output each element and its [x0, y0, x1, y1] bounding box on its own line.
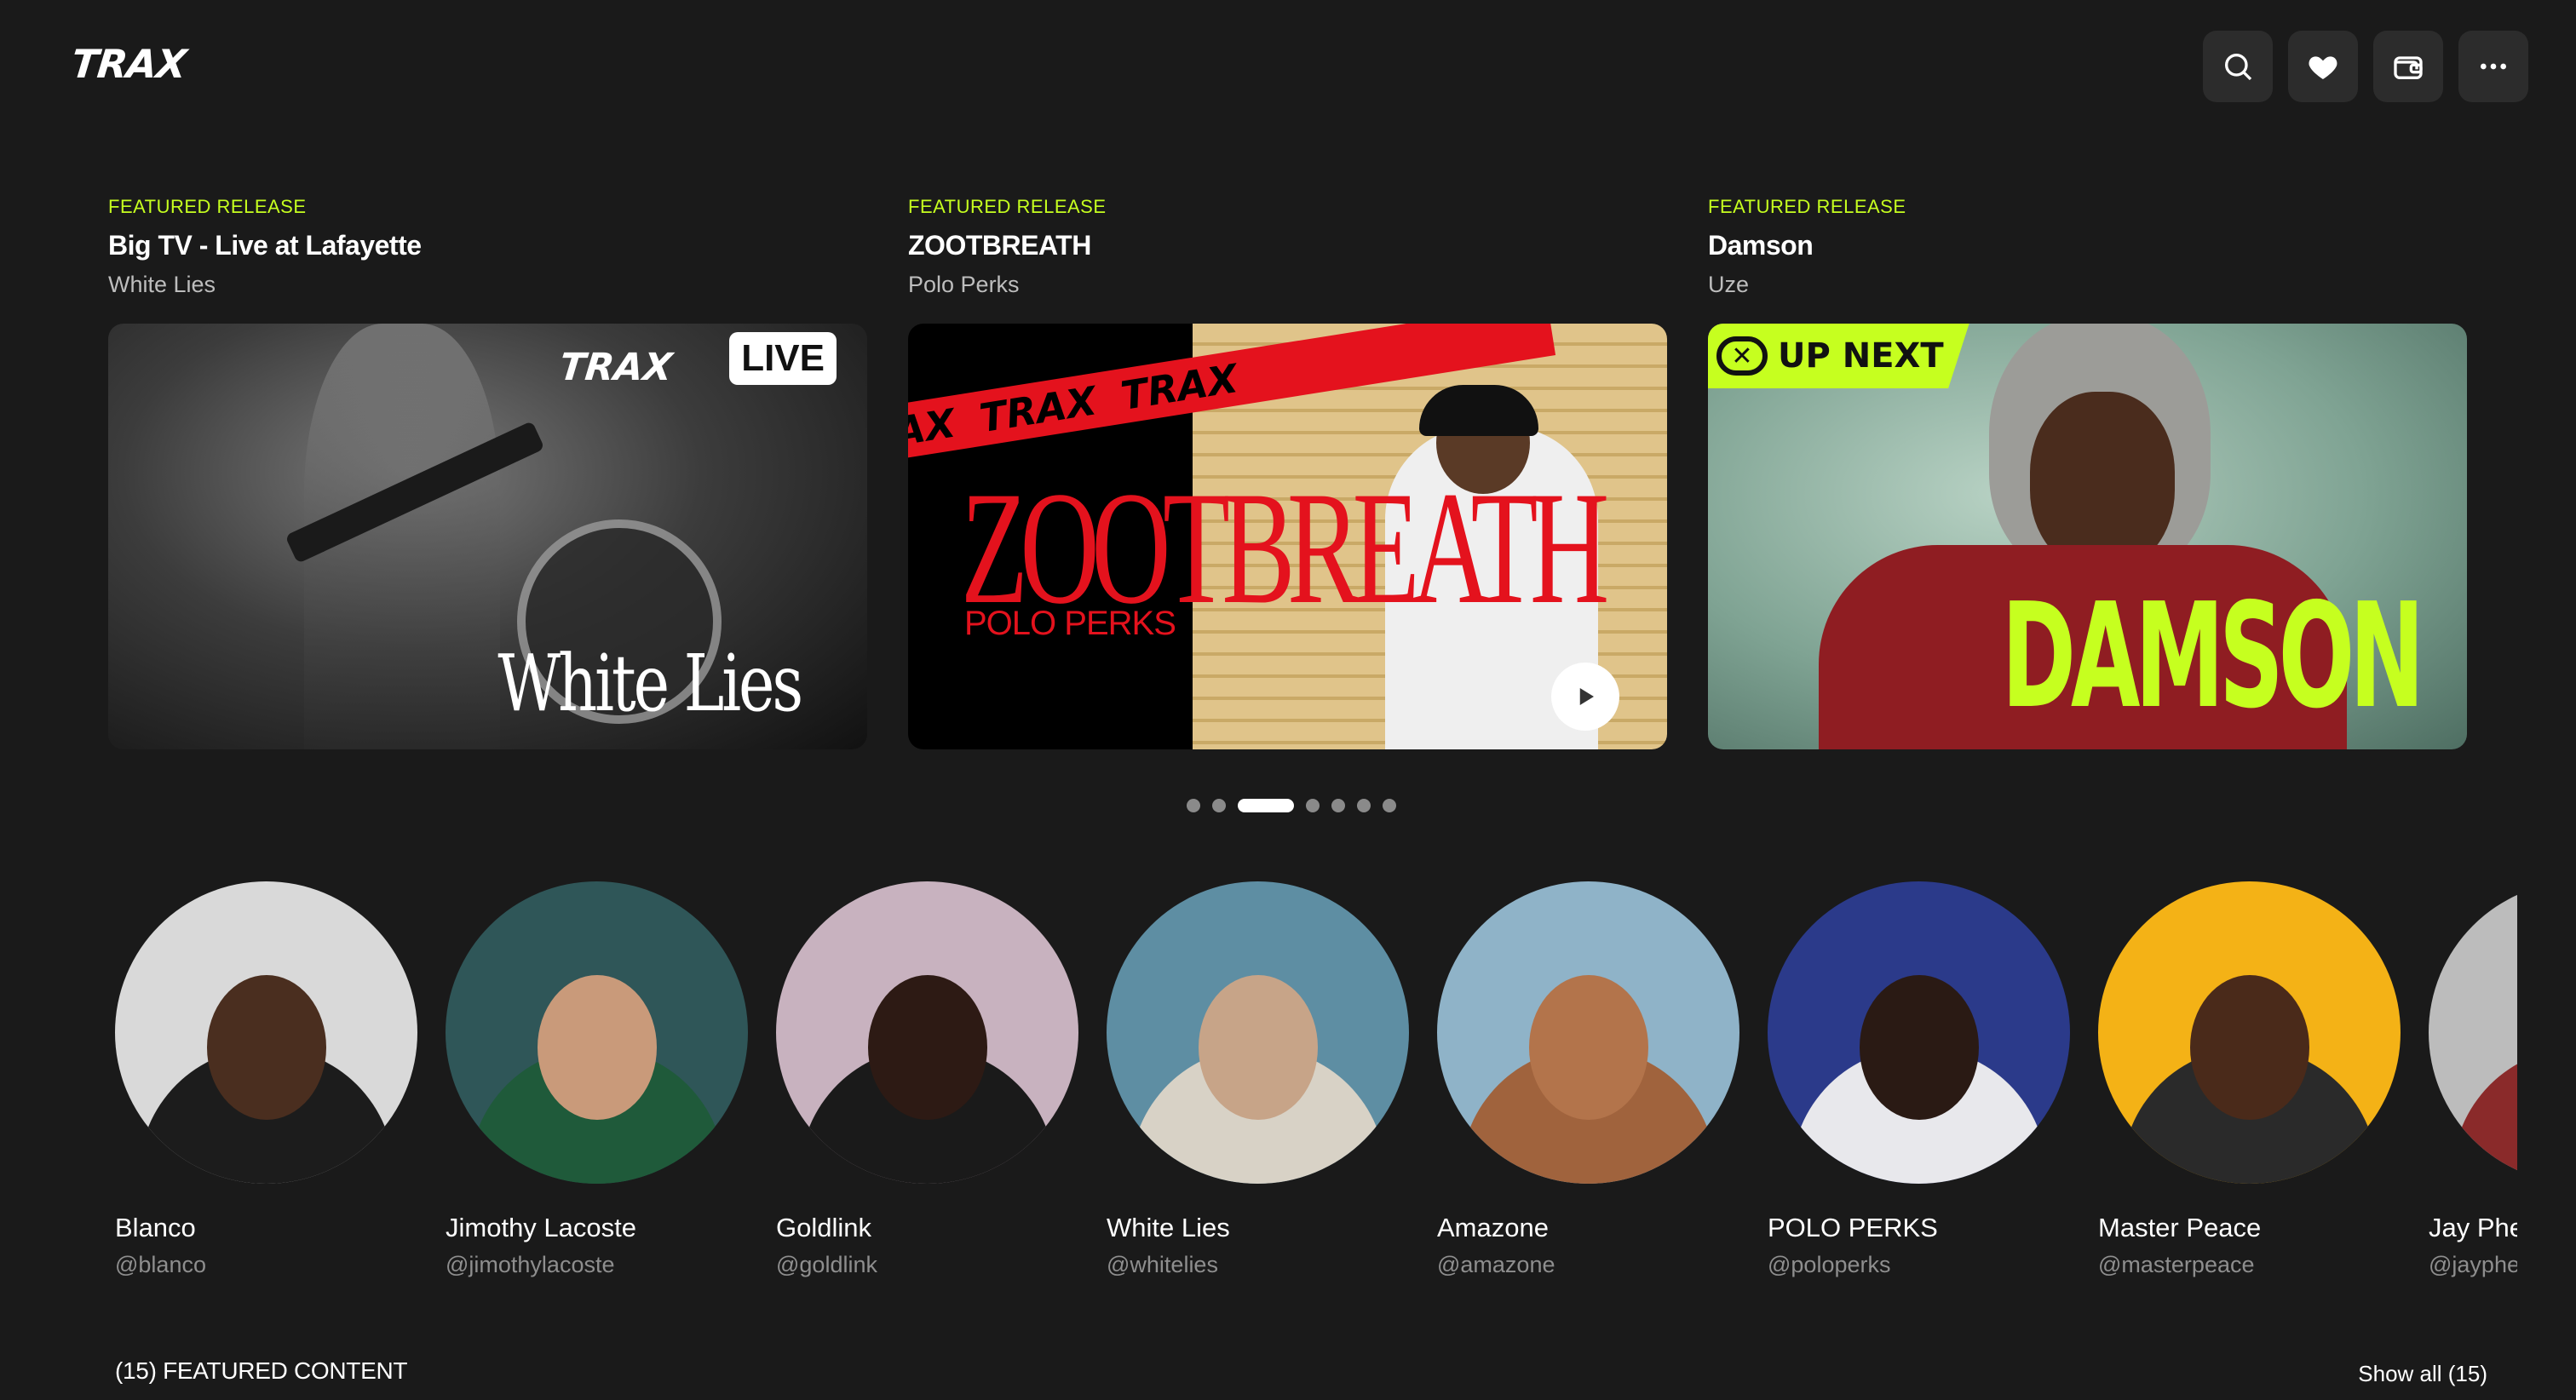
- avatar-body: [2452, 1047, 2517, 1184]
- heart-icon: [2309, 56, 2337, 79]
- featured-tag: FEATURED RELEASE: [908, 196, 1107, 217]
- artist-handle: @jayphelps: [2429, 1252, 2517, 1277]
- artist-name[interactable]: Master Peace: [2098, 1213, 2396, 1243]
- artist-name[interactable]: Blanco: [115, 1213, 413, 1243]
- release-title[interactable]: Damson: [1708, 230, 2467, 261]
- artwork-brand: TRAX: [557, 346, 675, 389]
- artist-avatar[interactable]: [1437, 881, 1739, 1184]
- play-icon: [1579, 688, 1594, 705]
- artwork-cap: [1419, 385, 1538, 436]
- trax-x-icon: ✕: [1716, 336, 1768, 376]
- artist-card[interactable]: Jimothy Lacoste @jimothylacoste: [446, 881, 748, 1278]
- artist-handle: @whitelies: [1107, 1252, 1218, 1277]
- more-button[interactable]: [2458, 31, 2528, 102]
- carousel-dot[interactable]: [1187, 799, 1200, 812]
- artist-handle: @amazone: [1437, 1252, 1555, 1277]
- artist-card[interactable]: POLO PERKS @poloperks: [1768, 881, 2070, 1278]
- artwork-text: White Lies: [497, 638, 803, 729]
- artist-name[interactable]: Jimothy Lacoste: [446, 1213, 744, 1243]
- artist-handle: @poloperks: [1768, 1252, 1891, 1277]
- play-button[interactable]: [1551, 663, 1619, 731]
- app-root: TRAX FEATURED RELEASE Big TV - Live at L…: [0, 0, 2576, 1400]
- artist-card[interactable]: Jay Phelps @jayphelps: [2429, 881, 2517, 1278]
- featured-tag: FEATURED RELEASE: [1708, 196, 1906, 217]
- artist-name[interactable]: White Lies: [1107, 1213, 1405, 1243]
- featured-item[interactable]: FEATURED RELEASE ZOOTBREATH Polo Perks A…: [908, 196, 1667, 749]
- more-icon: [2481, 63, 2506, 70]
- release-artwork[interactable]: AX TRAX TRAX ZOOTBREATH POLO PERKS: [908, 324, 1667, 749]
- artist-handle: @goldlink: [776, 1252, 877, 1277]
- carousel-dot[interactable]: [1357, 799, 1371, 812]
- carousel-dot[interactable]: [1212, 799, 1226, 812]
- artist-handle: @jimothylacoste: [446, 1252, 615, 1277]
- band-text: AX: [908, 399, 959, 456]
- artist-name[interactable]: POLO PERKS: [1768, 1213, 2066, 1243]
- artist-card[interactable]: Goldlink @goldlink: [776, 881, 1078, 1278]
- release-title[interactable]: Big TV - Live at Lafayette: [108, 230, 867, 261]
- artist-carousel[interactable]: Blanco @blanco Jimothy Lacoste @jimothylaco…: [115, 881, 2517, 1282]
- featured-item[interactable]: FEATURED RELEASE Big TV - Live at Lafaye…: [108, 196, 867, 749]
- release-artwork[interactable]: TRAX LIVE White Lies: [108, 324, 867, 749]
- up-next-badge: ✕ UP NEXT: [1708, 324, 1969, 388]
- artist-card[interactable]: White Lies @whitelies: [1107, 881, 1409, 1278]
- release-artist[interactable]: White Lies: [108, 272, 867, 298]
- avatar-head: [206, 975, 326, 1120]
- artist-handle: @masterpeace: [2098, 1252, 2255, 1277]
- carousel-dot[interactable]: [1383, 799, 1396, 812]
- avatar-head: [867, 975, 987, 1120]
- header-actions: [2203, 31, 2528, 102]
- artist-name[interactable]: Jay Phelps: [2429, 1213, 2517, 1243]
- trax-logo[interactable]: TRAX: [69, 41, 188, 87]
- carousel-dot[interactable]: [1238, 799, 1294, 812]
- favorites-button[interactable]: [2288, 31, 2358, 102]
- artist-card[interactable]: Master Peace @masterpeace: [2098, 881, 2401, 1278]
- live-badge: LIVE: [729, 332, 837, 385]
- artist-name[interactable]: Goldlink: [776, 1213, 1074, 1243]
- artist-avatar[interactable]: [115, 881, 417, 1184]
- artist-avatar[interactable]: [1768, 881, 2070, 1184]
- band-text: TRAX: [976, 377, 1100, 442]
- artist-avatar[interactable]: [776, 881, 1078, 1184]
- search-icon: [2225, 54, 2252, 81]
- wallet-icon: [2394, 56, 2423, 79]
- featured-releases: FEATURED RELEASE Big TV - Live at Lafaye…: [108, 196, 2468, 749]
- avatar-head: [1528, 975, 1648, 1120]
- featured-item[interactable]: FEATURED RELEASE Damson Uze ✕ UP NEXT DA…: [1708, 196, 2467, 749]
- search-button[interactable]: [2203, 31, 2273, 102]
- artwork-subtitle: POLO PERKS: [964, 605, 1176, 642]
- avatar-head: [2189, 975, 2309, 1120]
- avatar-head: [1859, 975, 1979, 1120]
- artwork-text: DAMSON: [2001, 572, 2425, 741]
- carousel-dot[interactable]: [1306, 799, 1320, 812]
- artist-avatar[interactable]: [2429, 881, 2517, 1184]
- section-title: (15) FEATURED CONTENT: [115, 1357, 408, 1384]
- artist-avatar[interactable]: [446, 881, 748, 1184]
- release-artist[interactable]: Uze: [1708, 272, 2467, 298]
- artist-avatar[interactable]: [1107, 881, 1409, 1184]
- artist-card[interactable]: Blanco @blanco: [115, 881, 417, 1278]
- carousel-pagination: [0, 799, 2576, 812]
- artwork-face: [2030, 392, 2175, 571]
- carousel-dot[interactable]: [1331, 799, 1345, 812]
- release-title[interactable]: ZOOTBREATH: [908, 230, 1667, 261]
- artist-track: Blanco @blanco Jimothy Lacoste @jimothylaco…: [115, 881, 2517, 1278]
- avatar-head: [1198, 975, 1318, 1120]
- featured-tag: FEATURED RELEASE: [108, 196, 307, 217]
- up-next-label: UP NEXT: [1778, 336, 1944, 376]
- artist-name[interactable]: Amazone: [1437, 1213, 1735, 1243]
- wallet-button[interactable]: [2373, 31, 2443, 102]
- artist-handle: @blanco: [115, 1252, 206, 1277]
- show-all-link[interactable]: Show all (15): [2358, 1361, 2487, 1387]
- release-artist[interactable]: Polo Perks: [908, 272, 1667, 298]
- release-artwork[interactable]: ✕ UP NEXT DAMSON: [1708, 324, 2467, 749]
- artist-avatar[interactable]: [2098, 881, 2401, 1184]
- avatar-head: [537, 975, 657, 1120]
- artist-card[interactable]: Amazone @amazone: [1437, 881, 1739, 1278]
